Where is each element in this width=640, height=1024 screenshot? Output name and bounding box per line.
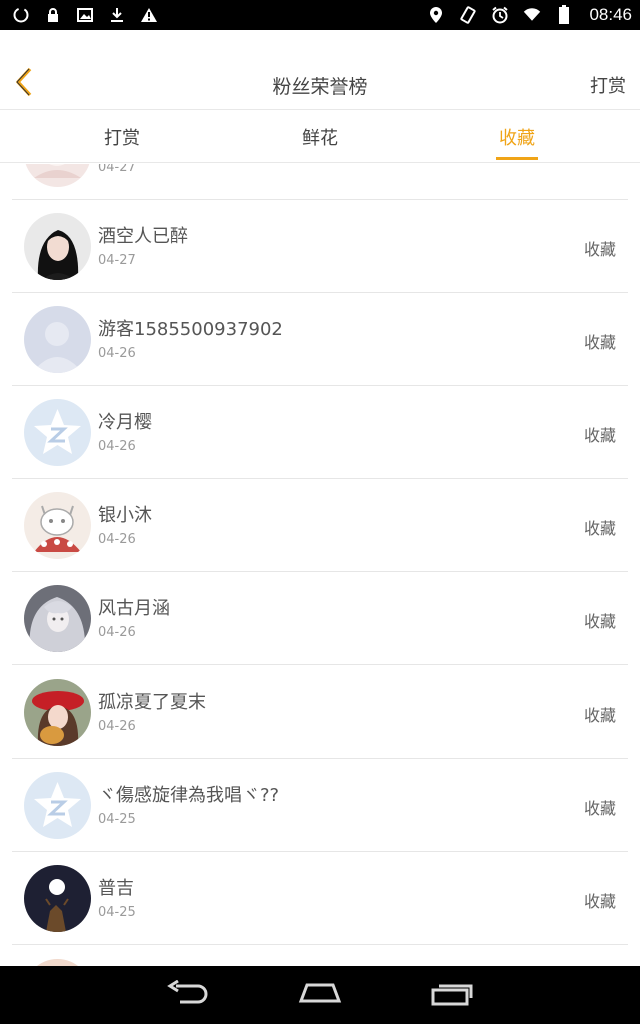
tab-active-indicator <box>496 157 538 160</box>
list-item-date: 04-25 <box>98 905 136 920</box>
list-item-date: 04-26 <box>98 439 136 454</box>
list-item-date: 04-27 <box>98 164 136 175</box>
tab-bar: 打赏 鲜花 收藏 <box>0 111 640 163</box>
list-item[interactable]: ヾ傷感旋律為我唱ヾ?? 04-25 收藏 <box>12 759 628 852</box>
list-item-name: 游客1585500937902 <box>98 319 283 340</box>
fan-list[interactable]: 04-27 酒空人已醉 04-27 收藏 游客1585500937902 04-… <box>0 164 640 966</box>
avatar <box>24 213 91 280</box>
avatar <box>24 399 91 466</box>
nav-home-button[interactable] <box>295 975 345 1015</box>
header-reward-button[interactable]: 打赏 <box>590 72 626 98</box>
list-item-name: 冷月樱 <box>98 412 152 433</box>
list-item-date: 04-25 <box>98 812 136 827</box>
page-title: 粉丝荣誉榜 <box>272 76 368 98</box>
list-item-action: 收藏 <box>583 519 616 538</box>
list-item-action: 收藏 <box>583 612 616 631</box>
sync-icon <box>12 6 30 24</box>
back-nav-icon <box>166 979 210 1010</box>
location-icon <box>427 6 445 24</box>
avatar <box>24 492 91 559</box>
tab-label: 鲜花 <box>302 128 338 149</box>
rotate-icon <box>459 6 477 24</box>
system-nav-bar <box>0 966 640 1024</box>
avatar <box>24 585 91 652</box>
tab-label: 打赏 <box>104 128 140 149</box>
avatar <box>24 164 91 187</box>
list-item-name: ヾ傷感旋律為我唱ヾ?? <box>98 785 280 806</box>
list-item-name: 风古月涵 <box>98 598 170 619</box>
image-icon <box>76 6 94 24</box>
status-right-icons: 08:46 <box>427 5 632 25</box>
nav-recents-button[interactable] <box>427 975 477 1015</box>
avatar <box>24 306 91 373</box>
list-item[interactable]: 风古月涵 04-26 收藏 <box>12 572 628 665</box>
status-bar: 08:46 <box>0 0 640 30</box>
list-item-partial[interactable]: 04-27 <box>12 164 628 200</box>
list-item[interactable]: 孤凉夏了夏末 04-26 收藏 <box>12 666 628 759</box>
list-item-action: 收藏 <box>583 240 616 259</box>
tab-flowers[interactable]: 鲜花 <box>280 111 360 163</box>
list-item-name: 孤凉夏了夏末 <box>98 692 206 713</box>
list-item-partial[interactable] <box>12 946 628 966</box>
alarm-icon <box>491 6 509 24</box>
list-item-action: 收藏 <box>583 333 616 352</box>
list-item[interactable]: 冷月樱 04-26 收藏 <box>12 386 628 479</box>
header: 粉丝荣誉榜 打赏 <box>0 30 640 110</box>
list-item[interactable]: 银小沐 04-26 收藏 <box>12 479 628 572</box>
wifi-icon <box>523 6 541 24</box>
list-item[interactable]: 游客1585500937902 04-26 收藏 <box>12 293 628 386</box>
list-item-name: 银小沐 <box>98 505 152 526</box>
list-item-date: 04-26 <box>98 625 136 640</box>
list-item-action: 收藏 <box>583 799 616 818</box>
list-item-name: 普吉 <box>98 878 134 899</box>
status-left-icons <box>12 6 158 24</box>
list-item[interactable]: 酒空人已醉 04-27 收藏 <box>12 200 628 293</box>
home-nav-icon <box>297 981 343 1009</box>
tab-reward[interactable]: 打赏 <box>82 111 162 163</box>
avatar <box>24 959 91 966</box>
avatar <box>24 679 91 746</box>
list-item-date: 04-26 <box>98 346 136 361</box>
status-time: 08:46 <box>589 5 632 24</box>
list-item-date: 04-26 <box>98 719 136 734</box>
avatar <box>24 772 91 839</box>
list-item-action: 收藏 <box>583 426 616 445</box>
list-item-action: 收藏 <box>583 706 616 725</box>
lock-icon <box>44 6 62 24</box>
tab-favorites[interactable]: 收藏 <box>496 111 538 163</box>
list-item-name: 酒空人已醉 <box>98 226 188 247</box>
nav-back-button[interactable] <box>163 975 213 1015</box>
tab-label: 收藏 <box>499 128 535 149</box>
list-item[interactable]: 普吉 04-25 收藏 <box>12 852 628 945</box>
recents-nav-icon <box>430 980 474 1010</box>
battery-icon <box>555 5 573 24</box>
warning-icon <box>140 6 158 24</box>
list-item-date: 04-26 <box>98 532 136 547</box>
download-icon <box>108 6 126 24</box>
list-item-date: 04-27 <box>98 253 136 268</box>
list-item-action: 收藏 <box>583 892 616 911</box>
avatar <box>24 865 91 932</box>
